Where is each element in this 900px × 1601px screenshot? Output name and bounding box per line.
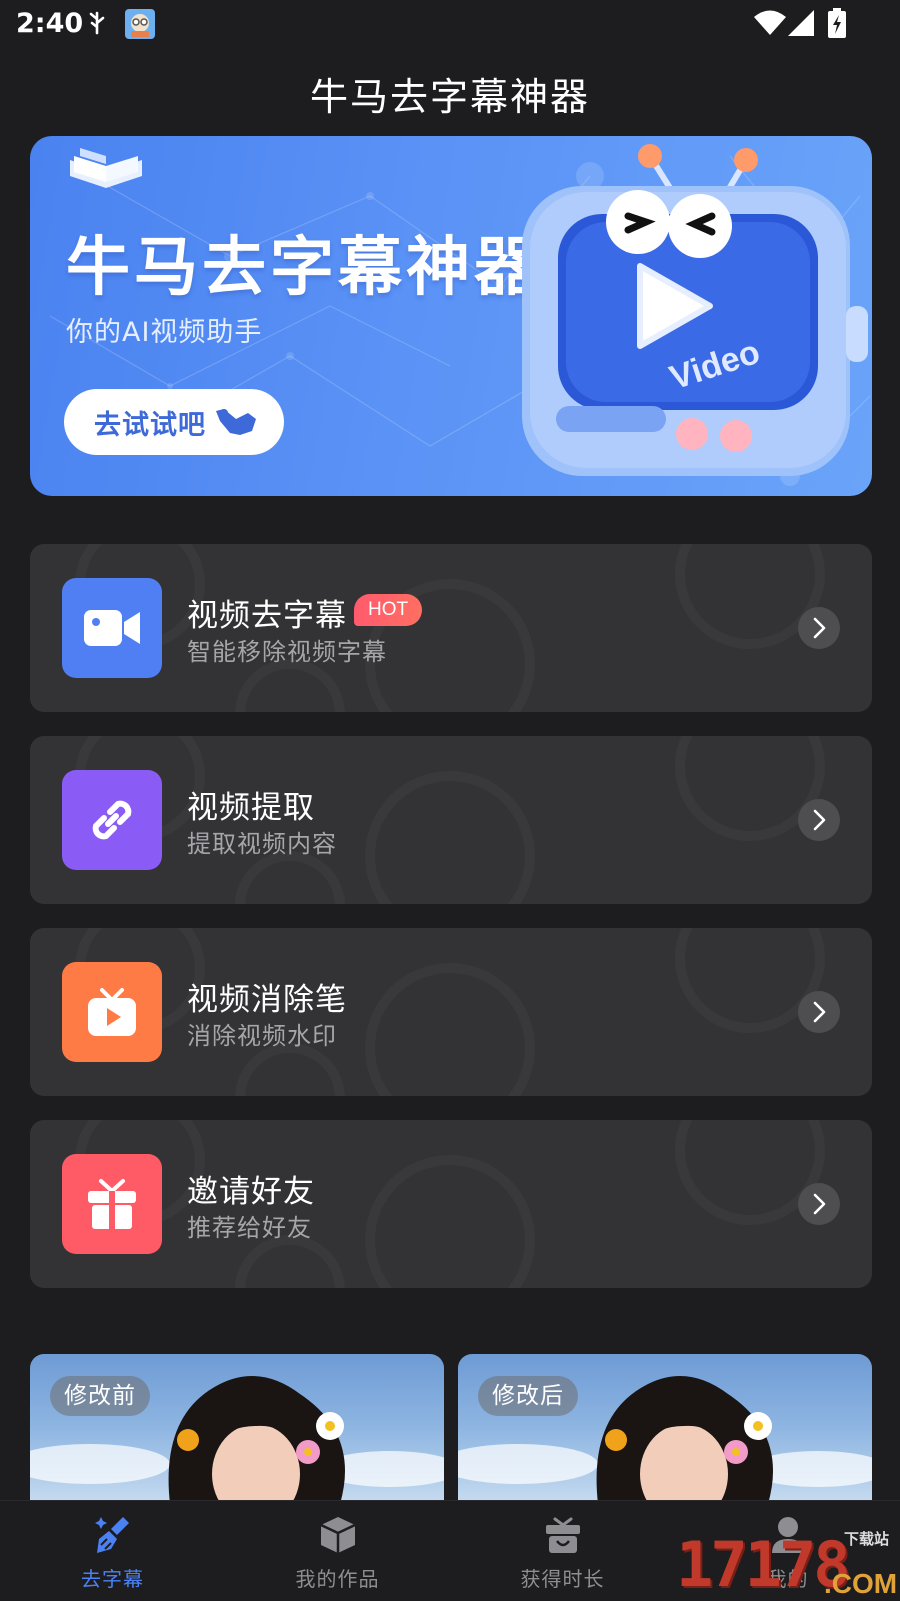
- after-label: 修改后: [478, 1376, 578, 1416]
- before-label: 修改前: [50, 1376, 150, 1416]
- link-icon: [62, 770, 162, 870]
- wifi-icon: [754, 10, 786, 40]
- nav-get-duration[interactable]: 获得时长: [450, 1501, 675, 1601]
- status-bar: 2:40: [0, 0, 900, 50]
- banner-subtitle: 你的AI视频助手: [66, 317, 263, 348]
- feature-title: 邀请好友: [187, 1174, 315, 1210]
- feature-card-remove-subtitles[interactable]: 视频去字幕 HOT 智能移除视频字幕: [30, 544, 872, 712]
- broom-icon: [93, 1515, 133, 1559]
- tv-icon: [62, 962, 162, 1062]
- status-time: 2:40: [16, 8, 84, 39]
- hot-badge: HOT: [354, 594, 423, 626]
- try-it-label: 去试试吧: [94, 409, 206, 441]
- app-header: 牛马去字幕神器: [0, 50, 900, 136]
- usb-debug-icon: [88, 11, 106, 41]
- try-it-button[interactable]: 去试试吧: [64, 389, 284, 455]
- video-tv-mascot-icon: Video: [522, 144, 868, 476]
- chevron-right-icon[interactable]: [798, 607, 840, 649]
- promo-banner[interactable]: 牛马去字幕神器 你的AI视频助手 去试试吧 Video: [30, 136, 872, 496]
- chevron-right-icon[interactable]: [798, 1183, 840, 1225]
- battery-charging-icon: [828, 8, 846, 42]
- banner-title: 牛马去字幕神器: [66, 231, 542, 305]
- after-image-card[interactable]: 修改后: [458, 1354, 872, 1504]
- watermark-number: 17178: [676, 1528, 851, 1601]
- feature-subtitle: 消除视频水印: [187, 1022, 337, 1050]
- nav-my-works[interactable]: 我的作品: [225, 1501, 450, 1601]
- box-icon: [318, 1515, 358, 1559]
- chevron-right-icon[interactable]: [798, 799, 840, 841]
- feature-card-invite-friends[interactable]: 邀请好友 推荐给好友: [30, 1120, 872, 1288]
- gift-icon: [62, 1154, 162, 1254]
- feature-card-video-eraser[interactable]: 视频消除笔 消除视频水印: [30, 928, 872, 1096]
- nav-remove-subtitles[interactable]: 去字幕: [0, 1501, 225, 1601]
- watermark-domain: .COM: [824, 1568, 898, 1599]
- nav-label: 去字幕: [81, 1567, 144, 1591]
- feature-card-video-extract[interactable]: 视频提取 提取视频内容: [30, 736, 872, 904]
- feature-subtitle: 提取视频内容: [187, 830, 337, 858]
- feature-subtitle: 推荐给好友: [187, 1214, 312, 1242]
- video-camera-icon: [62, 578, 162, 678]
- book-icon: [66, 142, 146, 196]
- hand-pointer-icon: [214, 407, 260, 444]
- feature-title: 视频去字幕: [187, 598, 347, 634]
- feature-subtitle: 智能移除视频字幕: [187, 638, 387, 666]
- site-watermark: 17178 下载站 .COM: [676, 1528, 900, 1601]
- nav-label: 获得时长: [520, 1567, 605, 1591]
- before-image-card[interactable]: 修改前: [30, 1354, 444, 1504]
- chevron-right-icon[interactable]: [798, 991, 840, 1033]
- feature-title: 视频消除笔: [187, 982, 347, 1018]
- signal-icon: [788, 10, 814, 40]
- nav-label: 我的作品: [295, 1567, 380, 1591]
- feature-title: 视频提取: [187, 790, 315, 826]
- gift-box-icon: [543, 1515, 583, 1559]
- watermark-download: 下载站: [844, 1530, 890, 1548]
- page-title: 牛马去字幕神器: [309, 75, 590, 119]
- app-notification-icon: [125, 9, 155, 43]
